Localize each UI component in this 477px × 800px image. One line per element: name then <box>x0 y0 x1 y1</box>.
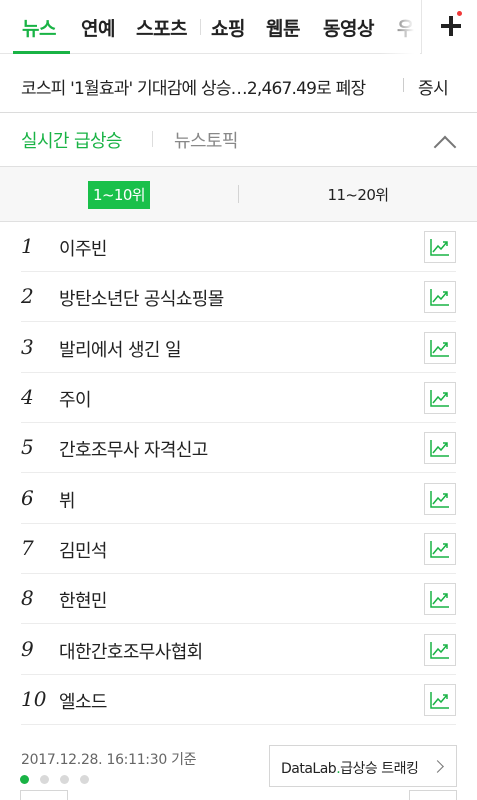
notification-dot <box>457 11 462 16</box>
rank-number: 1 <box>21 234 34 258</box>
trend-chart-button[interactable] <box>424 583 456 615</box>
section-divider <box>152 131 153 147</box>
ticker-category[interactable]: 증시 <box>418 74 449 99</box>
trend-chart-button[interactable] <box>424 332 456 364</box>
list-item[interactable]: 5 간호조무사 자격신고 <box>21 423 456 473</box>
rank-number: 10 <box>21 687 47 711</box>
rank-keyword[interactable]: 주이 <box>59 386 92 412</box>
active-tab-indicator <box>13 51 70 54</box>
pager-dot[interactable] <box>60 775 69 784</box>
rank-number: 5 <box>21 435 34 459</box>
tab-shopping[interactable]: 쇼핑 <box>211 14 245 41</box>
rank-keyword[interactable]: 이주빈 <box>59 235 107 261</box>
datalab-trending-button[interactable]: DataLab.급상승 트래킹 <box>269 745 457 787</box>
category-tabs: 뉴스 연예 스포츠 쇼핑 웹툰 동영상 우 <box>0 0 420 54</box>
list-item[interactable]: 3 발리에서 생긴 일 <box>21 323 456 373</box>
top-navigation: 뉴스 연예 스포츠 쇼핑 웹툰 동영상 우 <box>0 0 477 54</box>
trend-chart-icon <box>430 541 449 558</box>
update-timestamp: 2017.12.28. 16:11:30 기준 <box>21 752 197 768</box>
trend-chart-button[interactable] <box>424 634 456 666</box>
tab-news-topic[interactable]: 뉴스토픽 <box>174 127 238 153</box>
rank-number: 3 <box>21 335 34 359</box>
trend-chart-icon <box>430 692 449 709</box>
trend-chart-button[interactable] <box>424 432 456 464</box>
pager-dot[interactable] <box>20 775 29 784</box>
range-divider <box>238 185 239 203</box>
trend-chart-button[interactable] <box>424 483 456 515</box>
list-item[interactable]: 6 뷔 <box>21 474 456 524</box>
prev-page-button[interactable] <box>20 790 68 800</box>
datalab-label: DataLab.급상승 트래킹 <box>281 758 419 778</box>
trend-chart-icon <box>430 642 449 659</box>
trend-chart-icon <box>430 239 449 256</box>
rank-keyword[interactable]: 엘소드 <box>59 688 107 714</box>
tab-sports[interactable]: 스포츠 <box>136 14 187 41</box>
tab-entertainment[interactable]: 연예 <box>81 14 115 41</box>
rank-range-tabs: 1~10위 11~20위 <box>0 167 477 222</box>
list-item[interactable]: 10 엘소드 <box>21 675 456 725</box>
next-page-button[interactable] <box>409 790 457 800</box>
trend-chart-icon <box>430 491 449 508</box>
trend-chart-icon <box>430 591 449 608</box>
rank-number: 4 <box>21 385 34 409</box>
datalab-suffix: 급상승 트래킹 <box>340 761 419 777</box>
trend-chart-button[interactable] <box>424 231 456 263</box>
list-item[interactable]: 9 대한간호조무사협회 <box>21 625 456 675</box>
chevron-up-icon[interactable] <box>434 135 456 157</box>
rank-keyword[interactable]: 발리에서 생긴 일 <box>59 336 182 362</box>
trend-chart-icon <box>430 289 449 306</box>
rank-number: 8 <box>21 586 34 610</box>
trend-chart-icon <box>430 390 449 407</box>
list-item[interactable]: 4 주이 <box>21 373 456 423</box>
rank-keyword[interactable]: 방탄소년단 공식쇼핑몰 <box>59 285 224 311</box>
list-item[interactable]: 7 김민석 <box>21 524 456 574</box>
tab-divider <box>200 19 201 35</box>
rank-number: 6 <box>21 486 34 510</box>
tab-rank-1-10[interactable]: 1~10위 <box>88 181 150 209</box>
trend-chart-icon <box>430 340 449 357</box>
rank-keyword[interactable]: 뷔 <box>59 487 76 513</box>
tab-news[interactable]: 뉴스 <box>22 14 56 41</box>
tab-rank-11-20[interactable]: 11~20위 <box>318 181 398 209</box>
trend-chart-icon <box>430 440 449 457</box>
tabs-fade-overlay <box>380 0 420 54</box>
rank-number: 2 <box>21 284 34 308</box>
datalab-brand: DataLab <box>281 761 337 777</box>
list-item[interactable]: 2 방탄소년단 공식쇼핑몰 <box>21 272 456 322</box>
ticker-divider <box>403 78 404 92</box>
trend-chart-button[interactable] <box>424 533 456 565</box>
list-item[interactable]: 1 이주빈 <box>21 222 456 272</box>
rank-number: 7 <box>21 536 34 560</box>
tab-webtoon[interactable]: 웹툰 <box>266 14 300 41</box>
rank-keyword[interactable]: 김민석 <box>59 537 107 563</box>
tab-realtime-trending[interactable]: 실시간 급상승 <box>21 127 122 153</box>
chevron-right-icon <box>431 760 444 773</box>
trend-chart-button[interactable] <box>424 281 456 313</box>
pager-dot[interactable] <box>40 775 49 784</box>
ticker-headline[interactable]: 코스피 '1월효과' 기대감에 상승…2,467.49로 폐장 <box>21 74 366 99</box>
news-ticker[interactable]: 코스피 '1월효과' 기대감에 상승…2,467.49로 폐장 증시 <box>0 55 477 113</box>
rank-keyword[interactable]: 한현민 <box>59 587 107 613</box>
rank-keyword[interactable]: 간호조무사 자격신고 <box>59 436 208 462</box>
pager-dot[interactable] <box>80 775 89 784</box>
section-header: 실시간 급상승 뉴스토픽 <box>0 113 477 167</box>
add-menu-button[interactable] <box>421 0 477 54</box>
trend-chart-button[interactable] <box>424 684 456 716</box>
list-item[interactable]: 8 한현민 <box>21 574 456 624</box>
tab-video[interactable]: 동영상 <box>323 14 374 41</box>
rank-number: 9 <box>21 637 34 661</box>
plus-icon <box>441 16 461 36</box>
rank-keyword[interactable]: 대한간호조무사협회 <box>59 638 203 664</box>
trend-chart-button[interactable] <box>424 382 456 414</box>
